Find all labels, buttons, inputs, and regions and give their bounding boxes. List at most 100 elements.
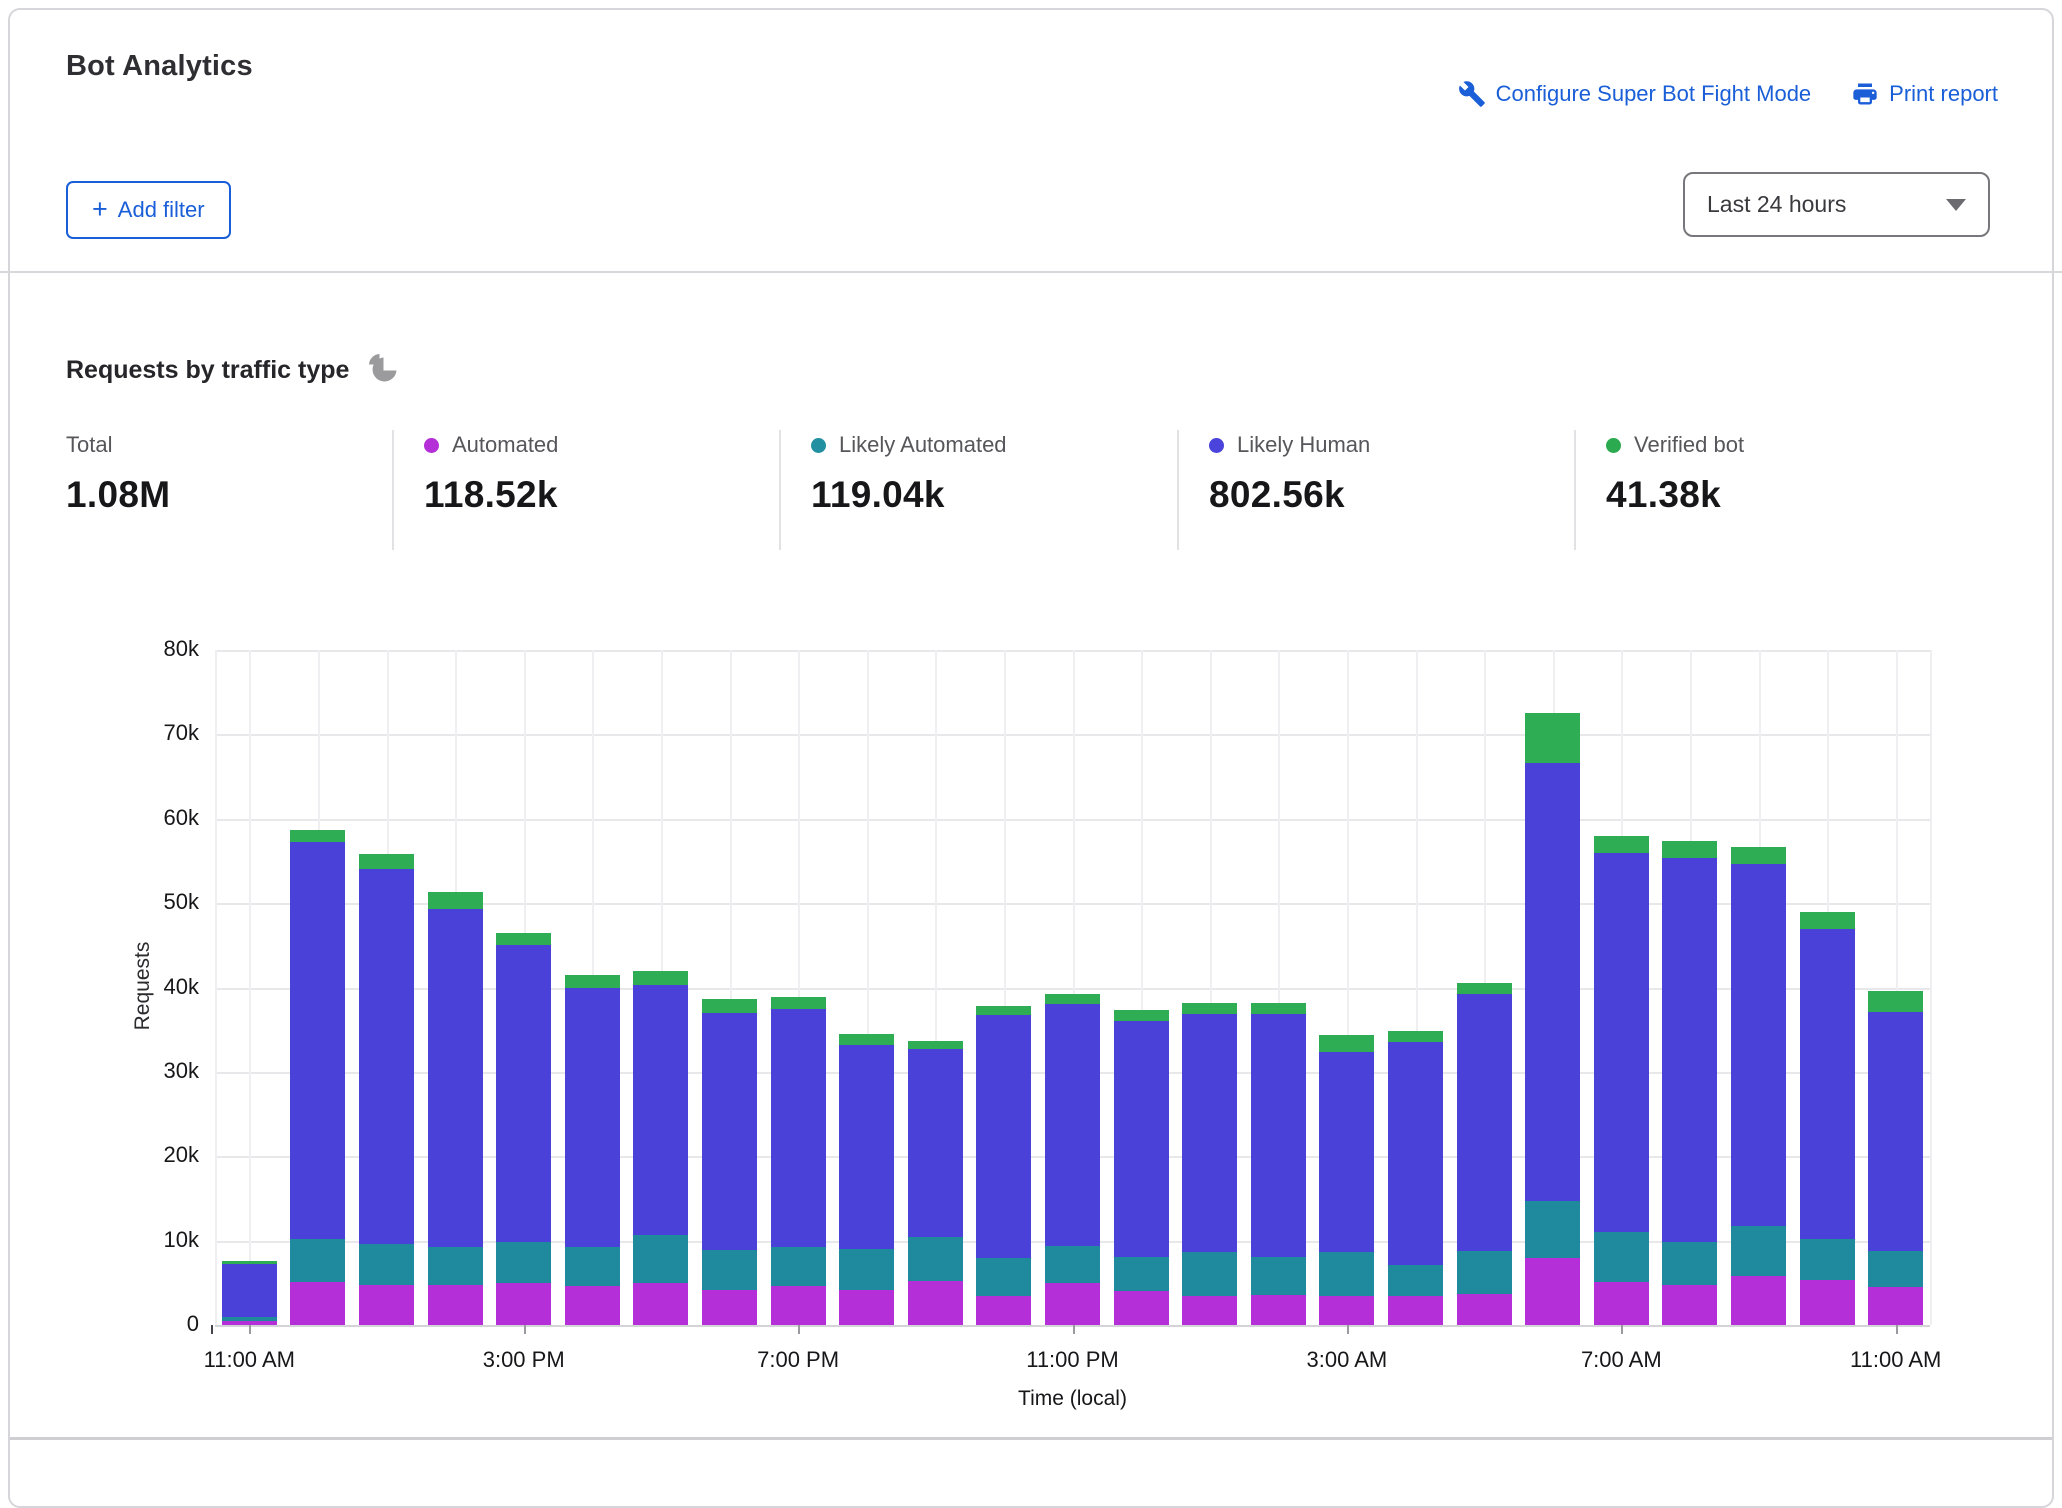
- chart-bar-2-00-am[interactable]: [1251, 1003, 1306, 1325]
- chart-bar-8-00-am[interactable]: [1662, 841, 1717, 1325]
- plus-icon: +: [92, 196, 108, 223]
- v-gridline: [249, 650, 251, 1325]
- chart-bar-3-00-pm[interactable]: [496, 933, 551, 1325]
- stat-value: 118.52k: [424, 474, 779, 516]
- segment-verified-bot: [496, 933, 551, 946]
- segment-automated: [1251, 1295, 1306, 1325]
- segment-likely-automated: [1868, 1251, 1923, 1287]
- segment-verified-bot: [702, 999, 757, 1013]
- x-axis-label: Time (local): [215, 1387, 1930, 1411]
- chart-bar-7-00-am[interactable]: [1594, 836, 1649, 1325]
- chart-bar-9-00-pm[interactable]: [908, 1041, 963, 1325]
- segment-automated: [1525, 1258, 1580, 1325]
- segment-likely-automated: [496, 1242, 551, 1283]
- segment-automated: [1388, 1296, 1443, 1326]
- segment-verified-bot: [1868, 991, 1923, 1012]
- segment-likely-automated: [428, 1247, 483, 1286]
- segment-verified-bot: [1457, 983, 1512, 994]
- chart-bar-11-00-am[interactable]: [222, 1261, 277, 1325]
- chart-bar-1-00-am[interactable]: [1182, 1003, 1237, 1325]
- segment-likely-automated: [1457, 1251, 1512, 1294]
- y-tick-label: 70k: [109, 720, 199, 746]
- chart-bar-7-00-pm[interactable]: [771, 997, 826, 1325]
- segment-likely-automated: [1045, 1246, 1100, 1283]
- segment-verified-bot: [1114, 1010, 1169, 1021]
- segment-likely-human: [839, 1045, 894, 1249]
- v-gridline: [1930, 650, 1932, 1325]
- v-gridline: [215, 650, 217, 1325]
- segment-likely-human: [1457, 994, 1512, 1251]
- chart-bar-10-00-am[interactable]: [1800, 912, 1855, 1325]
- segment-likely-automated: [565, 1247, 620, 1287]
- segment-likely-automated: [839, 1249, 894, 1290]
- segment-verified-bot: [839, 1034, 894, 1045]
- segment-likely-human: [1800, 929, 1855, 1240]
- segment-automated: [290, 1282, 345, 1325]
- segment-likely-automated: [290, 1239, 345, 1282]
- segment-verified-bot: [428, 892, 483, 909]
- segment-likely-automated: [359, 1244, 414, 1285]
- segment-verified-bot: [565, 975, 620, 989]
- segment-verified-bot: [771, 997, 826, 1010]
- segment-likely-human: [771, 1009, 826, 1246]
- chart-bar-12-00-am[interactable]: [1114, 1010, 1169, 1325]
- stat-label: Automated: [452, 432, 558, 458]
- add-filter-button[interactable]: + Add filter: [66, 181, 231, 239]
- segment-verified-bot: [1662, 841, 1717, 858]
- configure-link-label: Configure Super Bot Fight Mode: [1496, 81, 1812, 107]
- stat-value: 41.38k: [1606, 474, 2046, 516]
- segment-automated: [1045, 1283, 1100, 1325]
- x-tick-mark: [524, 1325, 526, 1334]
- segment-likely-automated: [1525, 1201, 1580, 1258]
- segment-automated: [1594, 1282, 1649, 1325]
- segment-likely-human: [565, 988, 620, 1246]
- time-range-select[interactable]: Last 24 hours: [1683, 172, 1990, 237]
- segment-likely-human: [222, 1264, 277, 1316]
- legend-dot-icon: [811, 438, 826, 453]
- segment-likely-human: [1525, 763, 1580, 1201]
- x-tick-mark: [1347, 1325, 1349, 1334]
- segment-verified-bot: [1319, 1035, 1374, 1052]
- configure-super-bot-fight-mode-link[interactable]: Configure Super Bot Fight Mode: [1458, 80, 1812, 108]
- segment-likely-automated: [1731, 1226, 1786, 1277]
- chart-bar-2-00-pm[interactable]: [428, 892, 483, 1325]
- chart-bar-4-00-am[interactable]: [1388, 1031, 1443, 1325]
- printer-icon: [1851, 80, 1879, 108]
- chart-bar-11-00-pm[interactable]: [1045, 994, 1100, 1325]
- chart-bar-1-00-pm[interactable]: [359, 854, 414, 1325]
- y-tick-label: 0: [109, 1311, 199, 1337]
- chart-bar-11-00-am[interactable]: [1868, 991, 1923, 1325]
- pie-chart-icon: [367, 352, 399, 389]
- chart-bar-10-00-pm[interactable]: [976, 1006, 1031, 1325]
- stat-value: 802.56k: [1209, 474, 1574, 516]
- segment-likely-human: [1251, 1014, 1306, 1256]
- chart-bar-5-00-pm[interactable]: [633, 971, 688, 1325]
- x-tick-label: 7:00 AM: [1541, 1347, 1701, 1373]
- segment-likely-automated: [976, 1258, 1031, 1296]
- chart-bar-5-00-am[interactable]: [1457, 983, 1512, 1325]
- legend-dot-icon: [1209, 438, 1224, 453]
- segment-verified-bot: [290, 830, 345, 843]
- print-report-link[interactable]: Print report: [1851, 80, 1998, 108]
- stat-likely-automated: Likely Automated119.04k: [779, 430, 1177, 550]
- legend-dot-icon: [424, 438, 439, 453]
- x-tick-mark: [1073, 1325, 1075, 1334]
- chart-bar-6-00-pm[interactable]: [702, 999, 757, 1325]
- chart-bar-12-00-pm[interactable]: [290, 830, 345, 1325]
- segment-likely-human: [359, 869, 414, 1245]
- segment-likely-human: [1662, 858, 1717, 1242]
- chart-bar-4-00-pm[interactable]: [565, 975, 620, 1325]
- x-tick-label: 7:00 PM: [718, 1347, 878, 1373]
- segment-automated: [565, 1286, 620, 1325]
- chart-bar-9-00-am[interactable]: [1731, 847, 1786, 1325]
- segment-verified-bot: [1731, 847, 1786, 864]
- chart-bar-6-00-am[interactable]: [1525, 713, 1580, 1325]
- chart-bar-3-00-am[interactable]: [1319, 1035, 1374, 1325]
- segment-automated: [976, 1296, 1031, 1326]
- chart-bar-8-00-pm[interactable]: [839, 1034, 894, 1325]
- segment-automated: [1800, 1280, 1855, 1325]
- segment-automated: [1457, 1294, 1512, 1325]
- segment-likely-human: [633, 985, 688, 1235]
- segment-likely-human: [1594, 853, 1649, 1233]
- x-tick-label: 3:00 AM: [1267, 1347, 1427, 1373]
